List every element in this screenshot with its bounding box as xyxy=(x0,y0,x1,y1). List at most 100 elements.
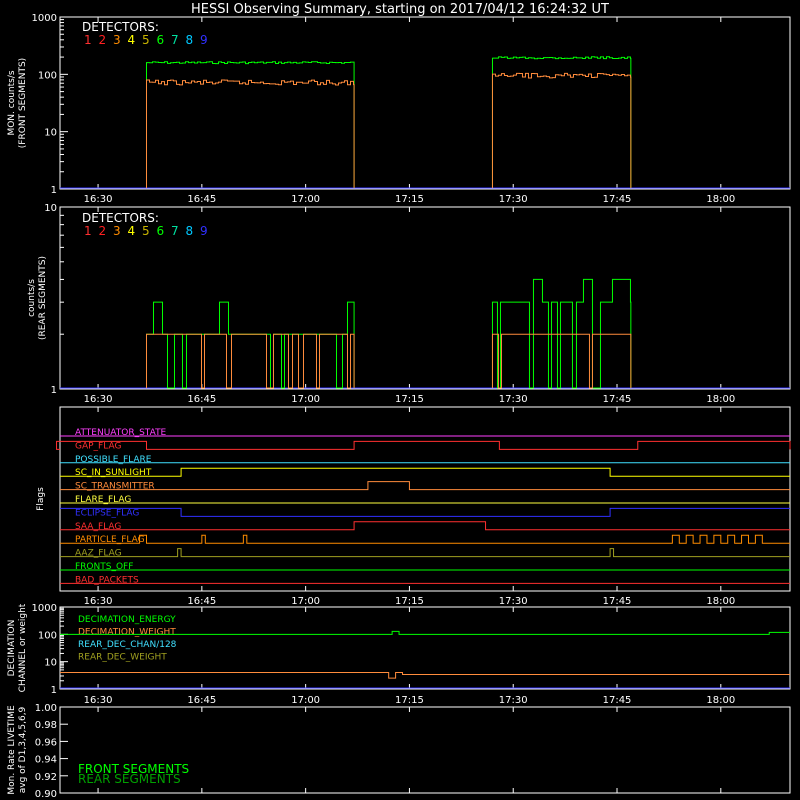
front-detector-number: 3 xyxy=(113,33,121,47)
flag-line xyxy=(60,481,790,491)
rear-ylabel: counts/s xyxy=(27,279,37,317)
decimation-xtick-label: 17:30 xyxy=(499,695,528,706)
rear-detector-number: 3 xyxy=(113,224,121,238)
chart-title: HESSI Observing Summary, starting on 201… xyxy=(191,2,609,17)
livetime-ytick-label: 0.98 xyxy=(35,720,57,731)
decimation-legend-label: REAR_DEC_WEIGHT xyxy=(78,653,167,663)
decimation-ylabel: DECIMATION xyxy=(7,620,17,677)
decimation-weight-line xyxy=(60,672,790,679)
flags-xtick-label: 17:00 xyxy=(291,596,320,607)
livetime-ytick-label: 0.92 xyxy=(35,772,57,783)
flag-line xyxy=(56,440,791,450)
front-ylabel: MON. counts/s xyxy=(7,70,17,135)
rear-panel-frame xyxy=(59,206,791,390)
rear-series-line xyxy=(145,301,355,389)
rear-ytick-label: 1 xyxy=(51,385,57,396)
front-detector-number: 5 xyxy=(142,33,150,47)
flag-label: GAP_FLAG xyxy=(75,441,121,451)
rear-xtick-label: 17:30 xyxy=(499,394,528,405)
rear-xtick-label: 16:45 xyxy=(187,394,216,405)
front-xtick-label: 16:30 xyxy=(84,194,113,205)
rear-detector-number: 7 xyxy=(171,224,179,238)
front-detectors-label: DETECTORS: xyxy=(82,20,159,34)
livetime-ytick-label: 0.90 xyxy=(35,789,57,800)
rear-ytick-label: 10 xyxy=(44,203,57,214)
decimation-ytick-label: 1000 xyxy=(32,603,57,614)
decimation-legend-label: DECIMATION_ENERGY xyxy=(78,615,176,625)
rear-detector-number: 5 xyxy=(142,224,150,238)
decimation-ytick-label: 100 xyxy=(38,630,57,641)
front-ylabel: (FRONT SEGMENTS) xyxy=(18,58,28,148)
decimation-xtick-label: 17:00 xyxy=(291,695,320,706)
flags-panel-frame xyxy=(59,406,791,592)
livetime-ylabel: avg of D1,3,4,5,6,9 xyxy=(18,706,28,793)
front-series-line xyxy=(145,79,355,188)
flag-line xyxy=(60,507,790,517)
decimation-xtick-label: 16:30 xyxy=(84,695,113,706)
front-xtick-label: 16:45 xyxy=(187,194,216,205)
front-ytick-label: 1000 xyxy=(32,13,57,24)
flags-xtick-label: 17:15 xyxy=(395,596,424,607)
rear-xtick-label: 17:15 xyxy=(395,394,424,405)
rear-series-line xyxy=(491,278,632,389)
flags-xtick-label: 18:00 xyxy=(706,596,735,607)
front-xtick-label: 17:00 xyxy=(291,194,320,205)
decimation-ytick-label: 1 xyxy=(51,685,57,696)
livetime-ylabel: Mon. Rate LIVETIME xyxy=(7,705,17,795)
front-detector-number: 7 xyxy=(171,33,179,47)
flag-line xyxy=(60,521,790,531)
front-ytick-label: 10 xyxy=(44,128,57,139)
rear-detector-number: 4 xyxy=(128,224,136,238)
flag-label: ECLIPSE_FLAG xyxy=(75,508,139,518)
livetime-ytick-label: 0.94 xyxy=(35,755,57,766)
decimation-legend-label: REAR_DEC_CHAN/128 xyxy=(78,640,177,650)
flags-ylabel: Flags xyxy=(36,487,46,511)
rear-detector-number: 2 xyxy=(99,224,107,238)
decimation-xtick-label: 17:15 xyxy=(395,695,424,706)
decimation-xtick-label: 17:45 xyxy=(603,695,632,706)
flags-xtick-label: 16:45 xyxy=(187,596,216,607)
livetime-ytick-label: 0.96 xyxy=(35,737,57,748)
front-xtick-label: 17:45 xyxy=(603,194,632,205)
rear-detector-number: 6 xyxy=(157,224,165,238)
decimation-xtick-label: 16:45 xyxy=(187,695,216,706)
rear-detector-number: 9 xyxy=(200,224,208,238)
observing-summary: HESSI Observing Summary, starting on 201… xyxy=(0,0,800,800)
front-detector-number: 1 xyxy=(84,33,92,47)
decimation-legend-label: DECIMATION_WEIGHT xyxy=(78,628,176,638)
front-xtick-label: 18:00 xyxy=(706,194,735,205)
front-ytick-label: 100 xyxy=(38,70,57,81)
front-detector-number: 9 xyxy=(200,33,208,47)
rear-xtick-label: 16:30 xyxy=(84,394,113,405)
rear-xtick-label: 17:00 xyxy=(291,394,320,405)
front-detector-number: 2 xyxy=(99,33,107,47)
rear-series-line xyxy=(491,333,632,389)
rear-detectors-label: DETECTORS: xyxy=(82,211,159,225)
flags-xtick-label: 17:45 xyxy=(603,596,632,607)
front-panel-frame xyxy=(59,16,791,190)
front-xtick-label: 17:15 xyxy=(395,194,424,205)
front-ytick-label: 1 xyxy=(51,185,57,196)
decimation-ytick-label: 10 xyxy=(44,658,57,669)
front-detector-number: 6 xyxy=(157,33,165,47)
flags-xtick-label: 16:30 xyxy=(84,596,113,607)
flags-xtick-label: 17:30 xyxy=(499,596,528,607)
rear-series-line xyxy=(145,333,355,389)
front-detector-number: 8 xyxy=(186,33,194,47)
rear-detector-number: 1 xyxy=(84,224,92,238)
summary-plot: HESSI Observing Summary, starting on 201… xyxy=(7,2,791,800)
flag-line xyxy=(60,534,790,544)
livetime-legend-label: REAR SEGMENTS xyxy=(78,772,181,786)
decimation-xtick-label: 18:00 xyxy=(706,695,735,706)
flag-line xyxy=(60,467,790,477)
decimation-ylabel: CHANNEL or weight xyxy=(18,603,28,692)
rear-xtick-label: 18:00 xyxy=(706,394,735,405)
rear-xtick-label: 17:45 xyxy=(603,394,632,405)
front-xtick-label: 17:30 xyxy=(499,194,528,205)
livetime-ytick-label: 1.00 xyxy=(35,703,57,714)
front-detector-number: 4 xyxy=(128,33,136,47)
front-series-line xyxy=(491,72,632,188)
rear-detector-number: 8 xyxy=(186,224,194,238)
flag-line xyxy=(60,548,790,558)
rear-ylabel: (REAR SEGMENTS) xyxy=(38,256,48,340)
